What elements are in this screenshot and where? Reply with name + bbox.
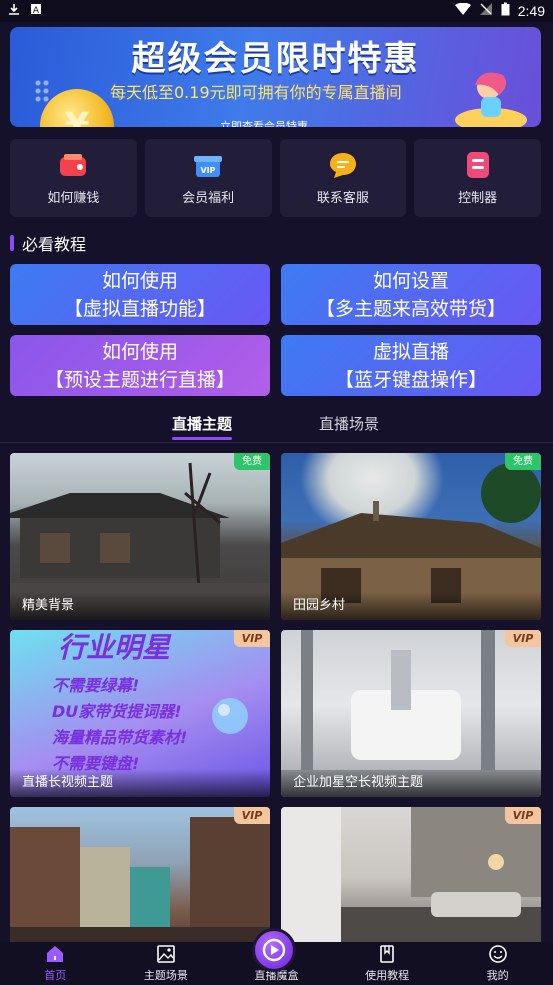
free-badge: 免费	[234, 453, 270, 470]
theme-card[interactable]: 行业明星 不需要绿幕! DU家带货提词器! 海量精品带货素材! 不需要键盘! V…	[10, 630, 270, 797]
vip-badge: VIP	[505, 630, 541, 647]
theme-label: 直播长视频主题	[10, 769, 270, 797]
nav-theme-scene[interactable]: 主题场景	[111, 942, 222, 985]
section-title: 必看教程	[10, 232, 86, 254]
street-image	[10, 817, 270, 947]
theme-card[interactable]: VIP	[281, 807, 541, 947]
theme-card[interactable]: VIP 企业加星空长视频主题	[281, 630, 541, 797]
vip-badge: VIP	[234, 807, 270, 824]
controller-icon	[466, 151, 489, 178]
tab-active-indicator	[172, 437, 232, 440]
tutorial-card-bluetooth-keyboard[interactable]: 虚拟直播 【蓝牙键盘操作】	[281, 335, 541, 396]
free-badge: 免费	[505, 453, 541, 470]
theme-grid: 免费 精美背景 免费 田园乡村 行业明星 不需要绿幕! DU家带货提词器! 海量…	[10, 453, 541, 947]
theme-label: 田园乡村	[281, 592, 541, 620]
smile-icon	[488, 945, 507, 963]
a-icon: A	[30, 3, 42, 19]
promo-banner[interactable]: 超级会员限时特惠 每天低至0.19元即可拥有你的专属直播间 ¥ 立即查看会员特惠	[10, 27, 541, 127]
wallet-icon	[60, 153, 87, 176]
svg-text:A: A	[33, 6, 40, 15]
live-box-button[interactable]	[252, 928, 296, 972]
wifi-icon	[454, 2, 471, 19]
download-icon	[8, 3, 20, 19]
star-headline: 行业明星	[58, 631, 171, 664]
vip-badge: VIP	[234, 630, 270, 647]
svg-text:VIP: VIP	[201, 166, 216, 175]
battery-icon	[501, 2, 510, 20]
chat-icon	[329, 152, 356, 178]
vip-badge: VIP	[505, 807, 541, 824]
tab-live-theme[interactable]: 直播主题	[172, 413, 232, 434]
tab-live-scene[interactable]: 直播场景	[319, 413, 379, 434]
theme-card[interactable]: VIP	[10, 807, 270, 947]
section-accent-bar	[10, 235, 14, 251]
tutorial-grid: 如何使用 【虚拟直播功能】 如何设置 【多主题来高效带货】 如何使用 【预设主题…	[10, 264, 541, 396]
banner-subtitle: 每天低至0.19元即可拥有你的专属直播间	[110, 83, 402, 102]
woman-illustration-icon	[455, 72, 527, 127]
star-line: 不需要绿幕!	[52, 676, 140, 695]
book-icon	[380, 945, 394, 963]
quick-action-member-benefits[interactable]: VIP 会员福利	[144, 139, 272, 217]
quick-actions: 如何赚钱 VIP 会员福利 联系客服 控制器	[10, 139, 541, 217]
quick-action-customer-service[interactable]: 联系客服	[279, 139, 407, 217]
star-line: DU家带货提词器!	[52, 702, 182, 721]
room-image	[281, 807, 541, 947]
no-signal-icon	[479, 2, 493, 20]
nav-home[interactable]: 首页	[0, 942, 111, 985]
tutorial-card-multi-theme[interactable]: 如何设置 【多主题来高效带货】	[281, 264, 541, 325]
nav-tutorial[interactable]: 使用教程	[332, 942, 443, 985]
sphere-icon	[212, 698, 248, 734]
quick-action-earn-money[interactable]: 如何赚钱	[10, 139, 137, 217]
status-bar: A 2:49	[0, 0, 553, 22]
tutorial-card-preset-theme[interactable]: 如何使用 【预设主题进行直播】	[10, 335, 270, 396]
status-time: 2:49	[517, 3, 545, 19]
theme-card[interactable]: 免费 田园乡村	[281, 453, 541, 620]
star-line: 海量精品带货素材!	[52, 728, 188, 747]
content-tabs: 直播主题 直播场景	[0, 407, 553, 443]
theme-label: 精美背景	[10, 592, 270, 620]
image-icon	[157, 945, 175, 963]
theme-label: 企业加星空长视频主题	[281, 769, 541, 797]
nav-mine[interactable]: 我的	[442, 942, 553, 985]
banner-footer-text: 立即查看会员特惠	[220, 120, 308, 127]
home-icon	[47, 946, 64, 962]
dots-decoration-icon	[34, 79, 50, 103]
vip-gift-icon: VIP	[194, 155, 223, 177]
live-box-icon	[262, 938, 286, 962]
quick-action-controller[interactable]: 控制器	[414, 139, 541, 217]
theme-card[interactable]: 免费 精美背景	[10, 453, 270, 620]
coin-icon: ¥	[40, 89, 114, 127]
tutorial-card-virtual-live[interactable]: 如何使用 【虚拟直播功能】	[10, 264, 270, 325]
